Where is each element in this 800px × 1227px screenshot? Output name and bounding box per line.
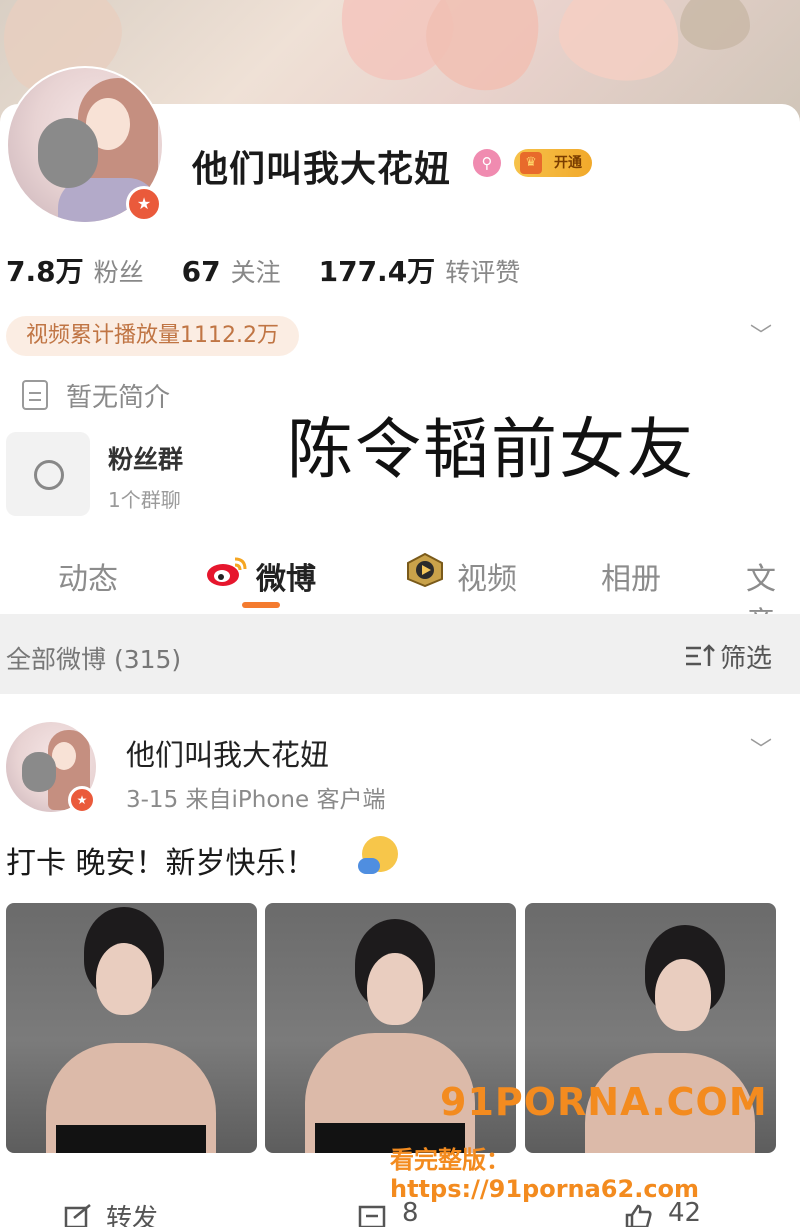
video-play-count-badge: 视频累计播放量1112.2万: [6, 316, 299, 356]
following-label[interactable]: 关注: [231, 253, 281, 289]
profile-stats: 7.8万 粉丝 67 关注 177.4万 转评赞: [6, 250, 558, 290]
like-count[interactable]: 42: [668, 1198, 701, 1227]
avatar-cat: [38, 118, 98, 188]
weibo-logo-icon: [207, 557, 247, 586]
filter-button[interactable]: 筛选: [720, 638, 772, 675]
repost-button[interactable]: 转发: [106, 1198, 158, 1227]
document-icon: [22, 380, 48, 410]
fan-group-subtitle: 1个群聊: [108, 488, 181, 512]
filter-icon[interactable]: [685, 644, 715, 668]
like-icon[interactable]: [624, 1204, 652, 1227]
post-photo[interactable]: [6, 903, 257, 1153]
crown-icon: ♛: [520, 152, 542, 174]
search-badge-icon[interactable]: ⚲: [473, 149, 501, 177]
watermark-site: 91PORNA.COM: [440, 1080, 768, 1124]
followers-label[interactable]: 粉丝: [94, 253, 144, 289]
watermark-url: 看完整版：https://91porna62.com: [390, 1146, 700, 1203]
fan-group-tile[interactable]: [6, 432, 90, 516]
all-posts-count: 全部微博 (315): [6, 645, 182, 674]
following-count[interactable]: 67: [182, 255, 221, 288]
fan-group-title[interactable]: 粉丝群: [108, 440, 183, 476]
emoji-icon: [358, 836, 398, 874]
photo-subject-dress: [56, 1125, 206, 1153]
repost-icon[interactable]: [64, 1204, 92, 1227]
banner-flower: [680, 0, 750, 50]
banner-flower: [409, 0, 561, 108]
vip-label: 开通: [554, 155, 582, 171]
tab-dynamic[interactable]: 动态: [58, 554, 118, 598]
photo-subject-face: [655, 959, 711, 1031]
photo-subject-face: [96, 943, 152, 1015]
avatar-cat: [22, 752, 56, 792]
vip-open-button[interactable]: ♛ 开通: [514, 149, 592, 177]
tab-album[interactable]: 相册: [601, 554, 661, 598]
comment-icon[interactable]: [358, 1204, 386, 1227]
verified-badge-icon: ★: [68, 786, 96, 814]
followers-count[interactable]: 7.8万: [6, 250, 84, 290]
overlay-caption: 陈令韬前女友: [287, 411, 695, 488]
chevron-down-icon[interactable]: ﹀: [750, 318, 772, 350]
profile-tabs: 动态 微博 视频 相册 文章: [0, 548, 800, 641]
profile-intro: 暂无简介: [66, 383, 171, 413]
tab-weibo[interactable]: 微博: [256, 554, 316, 598]
active-tab-indicator: [242, 602, 280, 608]
group-icon: [34, 460, 64, 490]
banner-flower: [552, 0, 688, 90]
verified-badge-icon: ★: [126, 186, 162, 222]
tab-video[interactable]: 视频: [457, 554, 517, 598]
video-icon: [407, 553, 443, 587]
engagement-count: 177.4万: [318, 255, 436, 288]
post-meta: 3-15 来自iPhone 客户端: [126, 787, 386, 813]
profile-username: 他们叫我大花妞: [192, 149, 452, 190]
post-text: 打卡 晚安！新岁快乐！: [6, 846, 316, 881]
chevron-down-icon[interactable]: ﹀: [750, 732, 772, 764]
post-author-name[interactable]: 他们叫我大花妞: [126, 732, 329, 774]
photo-subject-face: [367, 953, 423, 1025]
engagement-label: 转评赞: [445, 258, 521, 287]
comment-count[interactable]: 8: [402, 1198, 419, 1227]
